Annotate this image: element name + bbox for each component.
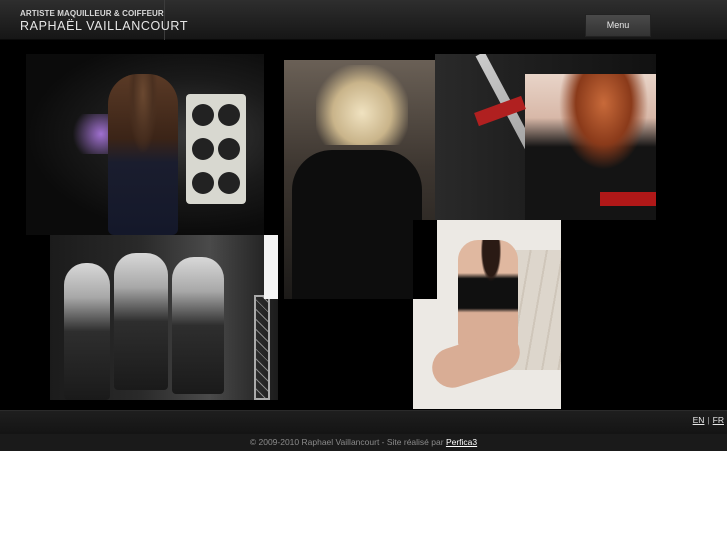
- dancer-figure: [114, 253, 168, 390]
- speaker-cone: [218, 172, 240, 194]
- photo-singer-purple-dress[interactable]: [26, 54, 264, 235]
- speaker-cone: [192, 138, 214, 160]
- footer: © 2009-2010 Raphael Vaillancourt - Site …: [0, 434, 727, 451]
- stage-truss: [254, 295, 270, 400]
- black-coat: [292, 150, 422, 299]
- speaker-cone: [192, 104, 214, 126]
- credit-link[interactable]: Perfica3: [446, 437, 477, 447]
- site-container: ARTISTE MAQUILLEUR & COIFFEUR RAPHAËL VA…: [0, 0, 727, 451]
- language-bar: EN | FR: [0, 410, 727, 434]
- logo-name: RAPHAËL VAILLANCOURT: [20, 19, 189, 33]
- speaker-cone: [192, 172, 214, 194]
- photo-model-lingerie[interactable]: [413, 220, 561, 409]
- copyright-text: © 2009-2010 Raphael Vaillancourt - Site …: [249, 437, 444, 447]
- red-belt: [600, 192, 656, 206]
- singer-figure: [108, 74, 178, 235]
- dancer-figure: [172, 257, 224, 394]
- header: ARTISTE MAQUILLEUR & COIFFEUR RAPHAËL VA…: [0, 0, 727, 40]
- speaker-panel: [186, 94, 246, 204]
- logo-tagline: ARTISTE MAQUILLEUR & COIFFEUR: [20, 9, 164, 18]
- language-switcher: EN | FR: [693, 415, 724, 425]
- dark-corner: [413, 220, 437, 299]
- dancer-figure: [64, 263, 110, 400]
- white-edge: [264, 235, 278, 299]
- lang-fr-link[interactable]: FR: [713, 415, 724, 425]
- speaker-cone: [218, 104, 240, 126]
- speaker-cone: [218, 138, 240, 160]
- photo-redhead-performer-mic[interactable]: [435, 54, 656, 220]
- photo-collage: [2, 41, 725, 410]
- lang-separator: |: [707, 415, 710, 425]
- menu-button[interactable]: Menu: [585, 14, 651, 37]
- lang-en-link[interactable]: EN: [693, 415, 705, 425]
- photo-dancers-bw[interactable]: [50, 235, 278, 400]
- logo[interactable]: ARTISTE MAQUILLEUR & COIFFEUR RAPHAËL VA…: [0, 0, 187, 40]
- blonde-hair: [316, 65, 408, 145]
